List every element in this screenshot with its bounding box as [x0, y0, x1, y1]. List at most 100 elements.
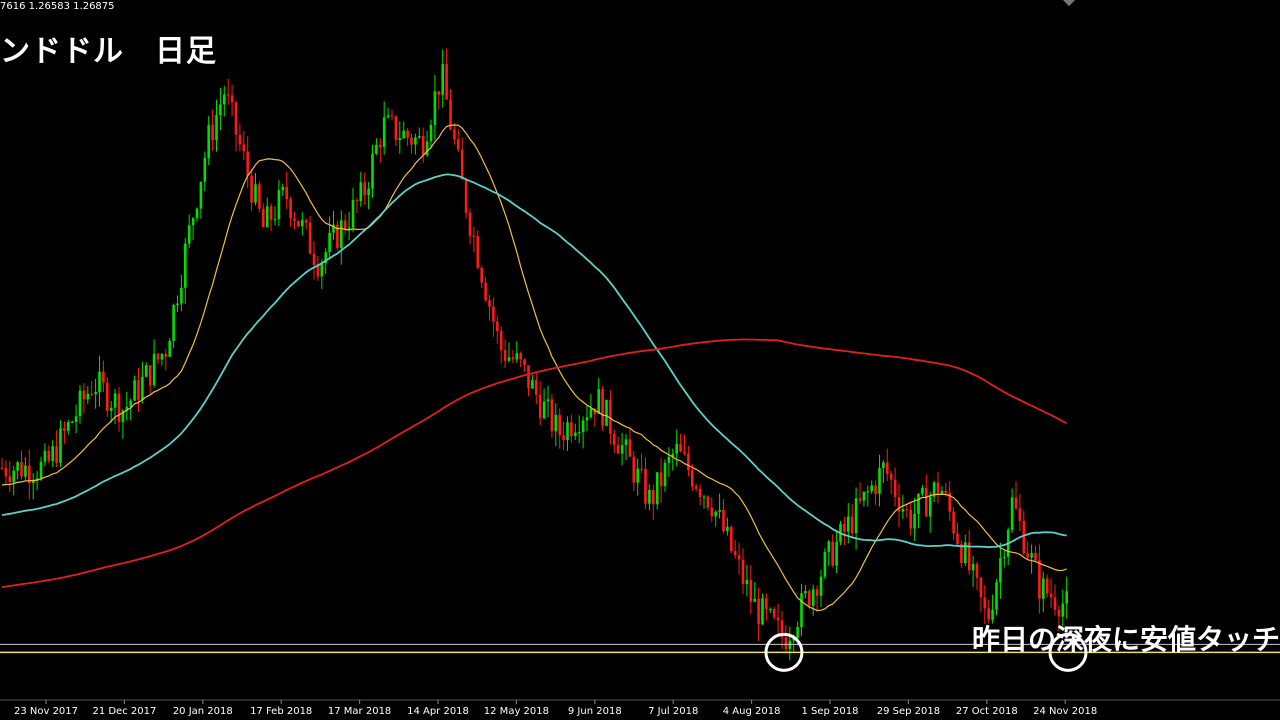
candle-bear	[609, 399, 612, 434]
candle-bear	[936, 482, 940, 495]
candle-bear	[562, 435, 565, 441]
candle-bear	[886, 462, 889, 474]
candle-bear	[511, 357, 515, 360]
candle-bull	[340, 220, 343, 249]
candle-bear	[148, 365, 152, 386]
candle-bear	[694, 486, 698, 489]
candle-bear	[538, 394, 542, 419]
candle-bear	[1038, 560, 1041, 599]
candle-bull	[1003, 556, 1006, 559]
candle-bear	[102, 371, 105, 383]
candle-bull	[328, 232, 331, 253]
candle-bear	[613, 433, 616, 446]
candle-bull	[425, 141, 429, 156]
x-tick-label: 29 Sep 2018	[877, 706, 940, 717]
candle-bull	[577, 432, 581, 434]
candle-bull	[59, 428, 62, 463]
candle-bear	[269, 206, 273, 220]
candle-bear	[905, 509, 909, 511]
candle-bull	[129, 400, 132, 407]
candle-bull	[24, 465, 27, 477]
candle-bull	[402, 130, 405, 139]
candle-bear	[55, 446, 58, 463]
price-chart[interactable]: 23 Nov 2017 21 Dec 2017 20 Jan 2018 17 Feb …	[0, 0, 1280, 720]
candle-bear	[117, 393, 121, 422]
candle-bull	[172, 305, 175, 341]
x-axis-ticks: 23 Nov 2017 21 Dec 2017 20 Jan 2018 17 Feb …	[14, 700, 1097, 717]
candle-bull	[433, 91, 437, 125]
candle-bear	[737, 555, 741, 560]
candle-bull	[195, 208, 199, 219]
x-tick-label: 20 Jan 2018	[173, 706, 233, 717]
candle-bear	[815, 589, 819, 596]
candle-bull	[191, 218, 195, 226]
candle-bear	[164, 353, 168, 357]
candle-bear	[82, 390, 86, 400]
candle-bear	[741, 559, 745, 585]
candle-bull	[133, 380, 136, 401]
candle-bear	[687, 453, 690, 471]
candle-bull	[1065, 591, 1068, 604]
candle-bull	[277, 190, 281, 220]
candle-bull	[371, 153, 374, 189]
candle-bull	[301, 220, 304, 227]
candle-bear	[527, 365, 530, 389]
candle-bear	[285, 186, 288, 200]
candle-bear	[410, 137, 413, 145]
candle-bull	[823, 551, 827, 577]
candle-bull	[418, 135, 421, 138]
candle-bull	[917, 493, 920, 515]
moving-average-long	[1, 338, 1068, 588]
candle-bear	[850, 516, 854, 534]
candle-bull	[819, 576, 823, 596]
x-tick-label: 4 Aug 2018	[723, 706, 781, 717]
candle-bear	[523, 359, 526, 366]
candle-bear	[343, 220, 347, 230]
candle-bear	[628, 439, 632, 457]
candle-bear	[47, 451, 51, 461]
candle-bear	[262, 208, 265, 228]
candle-bull	[429, 124, 433, 142]
candle-bull	[901, 509, 905, 512]
candle-bull	[207, 125, 210, 159]
candle-bull	[98, 371, 101, 392]
candle-bear	[488, 300, 491, 307]
candle-bull	[265, 206, 269, 228]
candle-bear	[492, 306, 495, 322]
candle-bear	[784, 637, 788, 649]
candle-bull	[870, 485, 873, 492]
annotation-text: 昨日の深夜に安値タッチ	[971, 623, 1280, 656]
candle-bear	[8, 476, 12, 483]
candle-bull	[67, 422, 70, 431]
candle-bear	[242, 144, 246, 152]
candle-bear	[1034, 553, 1037, 561]
candle-bear	[468, 212, 472, 236]
candle-bear	[379, 144, 382, 148]
candle-bull	[215, 115, 218, 140]
candle-bull	[145, 365, 148, 377]
candle-bull	[675, 443, 678, 454]
candle-bear	[944, 490, 948, 493]
candle-bear	[246, 151, 249, 176]
candle-bear	[363, 182, 366, 196]
candle-bull	[168, 340, 171, 357]
candle-bull	[862, 491, 866, 501]
candle-bear	[874, 485, 877, 494]
candle-bull	[273, 219, 277, 221]
candle-bull	[398, 138, 402, 140]
candle-bull	[714, 511, 717, 517]
candle-bear	[0, 467, 4, 469]
candle-bull	[581, 420, 585, 433]
candle-bear	[20, 462, 23, 477]
candle-bear	[601, 389, 604, 426]
candle-bear	[484, 282, 487, 301]
candle-bull	[835, 541, 838, 566]
candle-bull	[1042, 578, 1045, 599]
candle-bear	[1045, 578, 1049, 594]
candle-bear	[499, 330, 503, 351]
candle-bear	[893, 479, 897, 498]
candle-bear	[394, 116, 398, 140]
candle-bear	[63, 428, 66, 431]
candle-bull	[554, 414, 558, 432]
candle-bear	[390, 115, 394, 117]
